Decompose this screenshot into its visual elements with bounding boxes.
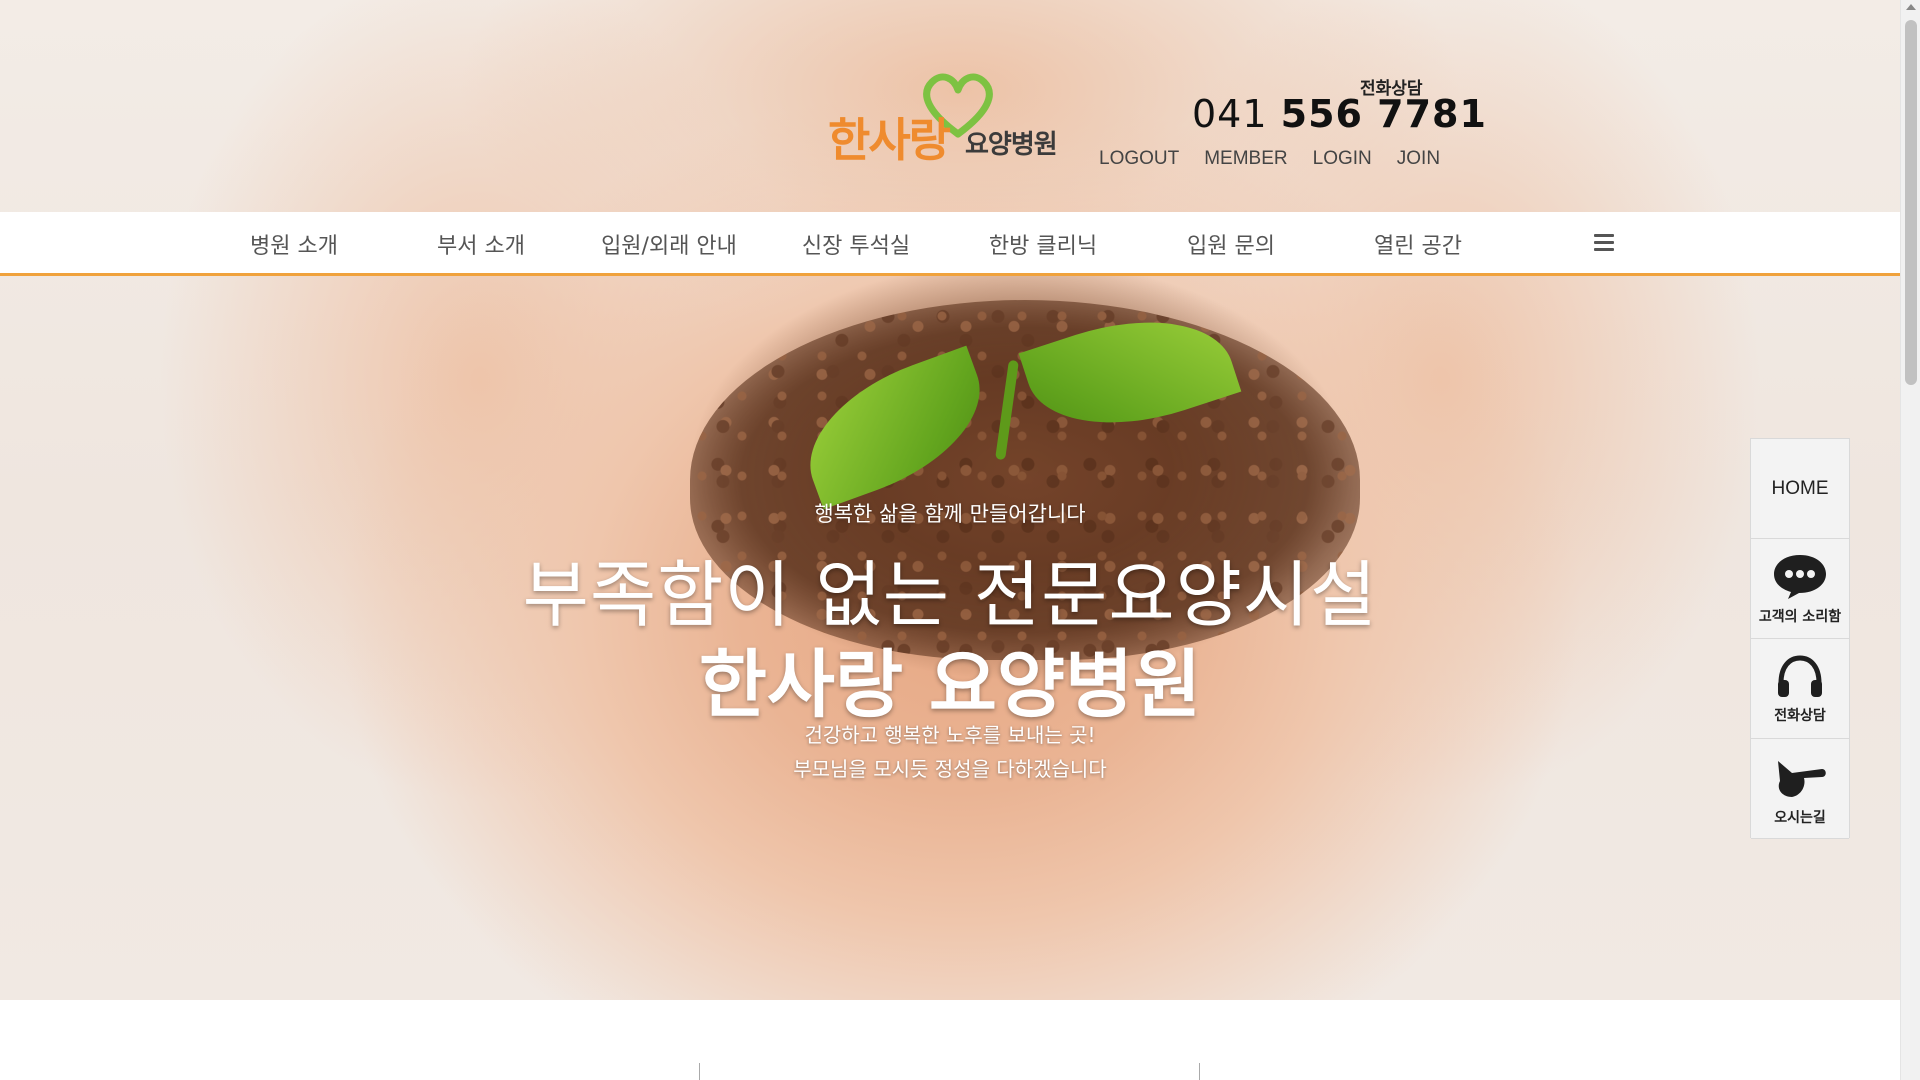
quick-directions-label: 오시는길 <box>1774 809 1826 826</box>
logo-sub-text: 요양병원 <box>965 130 1058 160</box>
top-links: LOGOUT MEMBER LOGIN JOIN <box>1099 148 1440 170</box>
quick-home-label: HOME <box>1771 477 1829 499</box>
scroll-up-arrow-icon[interactable] <box>1906 4 1916 10</box>
hero-description-line1: 건강하고 행복한 노후를 보내는 곳! <box>804 723 1096 747</box>
quick-phone-button[interactable]: 전화상담 <box>1751 639 1849 739</box>
speech-bubble-icon <box>1774 554 1826 599</box>
phone-area-code: 041 <box>1192 92 1268 136</box>
nav-item-department-intro[interactable]: 부서 소개 <box>437 228 525 260</box>
site-logo[interactable]: 한사랑 요양병원 <box>828 64 1070 167</box>
quick-home-button[interactable]: HOME <box>1751 439 1849 539</box>
phone-number: 041 556 7781 <box>1192 92 1487 136</box>
nav-item-oriental-clinic[interactable]: 한방 클리닉 <box>989 228 1097 260</box>
nav-item-admission-guide[interactable]: 입원/외래 안내 <box>601 228 737 260</box>
section-divider-left <box>699 1063 700 1080</box>
content-section-top <box>0 1000 1900 1080</box>
hero-title-line2: 한사랑 요양병원 <box>698 642 1202 728</box>
quick-customer-voice-label: 고객의 소리함 <box>1758 608 1842 625</box>
hero-description-line2: 부모님을 모시듯 정성을 다하겠습니다 <box>793 757 1107 781</box>
scrollbar-thumb[interactable] <box>1905 20 1917 385</box>
quick-customer-voice-button[interactable]: 고객의 소리함 <box>1751 539 1849 639</box>
hero-subtitle: 행복한 삶을 함께 만들어갑니다 <box>814 502 1086 526</box>
hamburger-menu-icon[interactable] <box>1594 234 1614 252</box>
main-navigation: 병원 소개 부서 소개 입원/외래 안내 신장 투석실 한방 클리닉 입원 문의… <box>0 212 1900 276</box>
quick-phone-label: 전화상담 <box>1774 707 1826 724</box>
headphones-icon <box>1778 654 1822 697</box>
nav-item-admission-inquiry[interactable]: 입원 문의 <box>1187 228 1275 260</box>
quick-menu: HOME 고객의 소리함 전화상담 오시는길 <box>1750 438 1850 839</box>
logo-main-text: 한사랑 <box>828 113 951 167</box>
nav-item-dialysis[interactable]: 신장 투석실 <box>802 228 910 260</box>
join-link[interactable]: JOIN <box>1397 148 1440 170</box>
page-scrollbar[interactable] <box>1900 0 1920 1080</box>
phone-main-number: 556 7781 <box>1280 92 1487 136</box>
nav-item-hospital-intro[interactable]: 병원 소개 <box>250 228 338 260</box>
quick-directions-button[interactable]: 오시는길 <box>1751 739 1849 839</box>
login-link[interactable]: LOGIN <box>1313 148 1372 170</box>
pointing-hand-icon <box>1778 760 1826 797</box>
nav-item-open-space[interactable]: 열린 공간 <box>1374 228 1462 260</box>
logout-link[interactable]: LOGOUT <box>1099 148 1179 170</box>
member-link[interactable]: MEMBER <box>1204 148 1287 170</box>
section-divider-right <box>1199 1063 1200 1080</box>
